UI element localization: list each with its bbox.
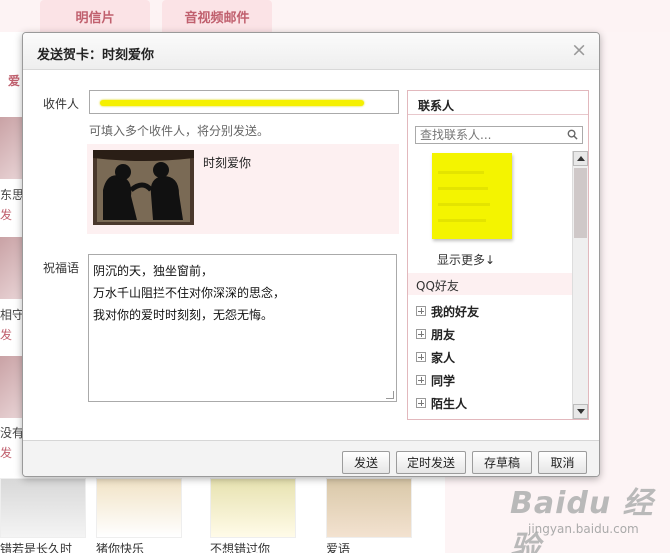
group-strangers[interactable]: 陌生人 — [416, 394, 467, 412]
contact-list: 显示更多↓ QQ好友 我的好友 朋友 家人 同学 陌生人 — [408, 151, 572, 419]
group-friends[interactable]: 朋友 — [416, 325, 455, 343]
background-thumb[interactable] — [0, 237, 22, 299]
show-more-link[interactable]: 显示更多↓ — [437, 251, 495, 268]
message-label: 祝福语 — [43, 261, 80, 275]
watermark: Baidu 经验 jingyan.baidu.com — [510, 478, 660, 553]
resize-handle[interactable] — [386, 391, 394, 399]
background-card-thumb[interactable] — [326, 478, 412, 538]
group-label: 我的好友 — [431, 304, 480, 319]
group-label: 陌生人 — [431, 396, 468, 411]
tab-postcard[interactable]: 明信片 — [40, 0, 150, 32]
message-line: 万水千山阻拦不住对你深深的思念， — [93, 286, 286, 300]
background-side-link[interactable]: 发 — [0, 444, 12, 461]
dialog-header: 发送贺卡：时刻爱你 × — [23, 33, 599, 70]
contacts-scrollbar[interactable] — [572, 151, 588, 419]
qq-friends-header: QQ好友 — [408, 273, 572, 295]
expand-plus-icon[interactable] — [416, 352, 426, 362]
save-draft-button[interactable]: 存草稿 — [472, 451, 532, 474]
background-thumb[interactable] — [0, 356, 22, 418]
group-label: 家人 — [431, 350, 456, 365]
group-label: 朋友 — [431, 327, 456, 342]
card-thumbnail — [93, 150, 194, 225]
background-card-thumb[interactable] — [96, 478, 182, 538]
card-name: 时刻爱你 — [203, 156, 252, 170]
recipient-highlight — [100, 100, 364, 106]
scroll-down-icon[interactable] — [573, 404, 588, 419]
background-card-thumb[interactable] — [0, 478, 86, 538]
background-side-link[interactable]: 发 — [0, 206, 12, 223]
contacts-panel: 联系人 显示更多↓ QQ好友 我的好友 朋友 — [407, 90, 589, 420]
background-love-label: 爱 — [8, 74, 21, 88]
message-line: 阴沉的天，独坐窗前， — [93, 264, 214, 278]
dialog-footer: 发送 定时发送 存草稿 取消 — [23, 440, 599, 476]
send-button[interactable]: 发送 — [342, 451, 390, 474]
background-thumb[interactable] — [0, 117, 22, 179]
message-line: 我对你的爱时时刻刻，无怨无悔。 — [93, 308, 274, 322]
expand-plus-icon[interactable] — [416, 329, 426, 339]
background-tabs: 明信片 音视频邮件 — [40, 0, 272, 32]
background-card-label: 错若是长久时 — [0, 542, 73, 553]
background-side-link[interactable]: 发 — [0, 326, 12, 343]
expand-plus-icon[interactable] — [416, 375, 426, 385]
scroll-up-icon[interactable] — [573, 151, 588, 166]
watermark-url: jingyan.baidu.com — [528, 522, 639, 536]
send-card-dialog: 发送贺卡：时刻爱你 × 收件人 可填入多个收件人，将分别发送。 时刻爱你 祝福语… — [22, 32, 600, 477]
group-label: 同学 — [431, 373, 456, 388]
scheduled-send-button[interactable]: 定时发送 — [396, 451, 466, 474]
background-card-thumb[interactable] — [210, 478, 296, 538]
cancel-button[interactable]: 取消 — [538, 451, 587, 474]
background-card-label: 猪你快乐 — [96, 542, 145, 553]
background-card-label: 不想错过你 — [210, 542, 271, 553]
contacts-header: 联系人 — [408, 91, 588, 115]
group-classmates[interactable]: 同学 — [416, 371, 455, 389]
expand-plus-icon[interactable] — [416, 306, 426, 316]
recipient-label: 收件人 — [43, 97, 80, 111]
contact-search-input[interactable] — [416, 127, 561, 143]
message-textarea[interactable]: 阴沉的天，独坐窗前， 万水千山阻拦不住对你深深的思念， 我对你的爱时时刻刻，无怨… — [88, 254, 397, 402]
close-icon[interactable]: × — [571, 40, 587, 60]
card-preview: 时刻爱你 — [87, 144, 399, 234]
background-side-label: 相守 — [0, 308, 25, 322]
watermark-text: Baidu 经验 — [510, 486, 654, 553]
contact-search[interactable] — [415, 126, 583, 144]
background-card-label: 爱语 — [326, 542, 351, 553]
background-side-label: 没有 — [0, 426, 25, 440]
search-icon[interactable] — [567, 129, 578, 140]
recipient-input[interactable] — [89, 90, 399, 114]
group-family[interactable]: 家人 — [416, 348, 455, 366]
dialog-title: 发送贺卡：时刻爱你 — [37, 48, 155, 63]
recipient-hint: 可填入多个收件人，将分别发送。 — [89, 124, 270, 138]
expand-plus-icon[interactable] — [416, 398, 426, 408]
tab-video-mail[interactable]: 音视频邮件 — [162, 0, 272, 32]
recent-contacts-redacted — [432, 153, 512, 239]
scroll-thumb[interactable] — [574, 168, 587, 238]
group-my-friends[interactable]: 我的好友 — [416, 302, 479, 320]
